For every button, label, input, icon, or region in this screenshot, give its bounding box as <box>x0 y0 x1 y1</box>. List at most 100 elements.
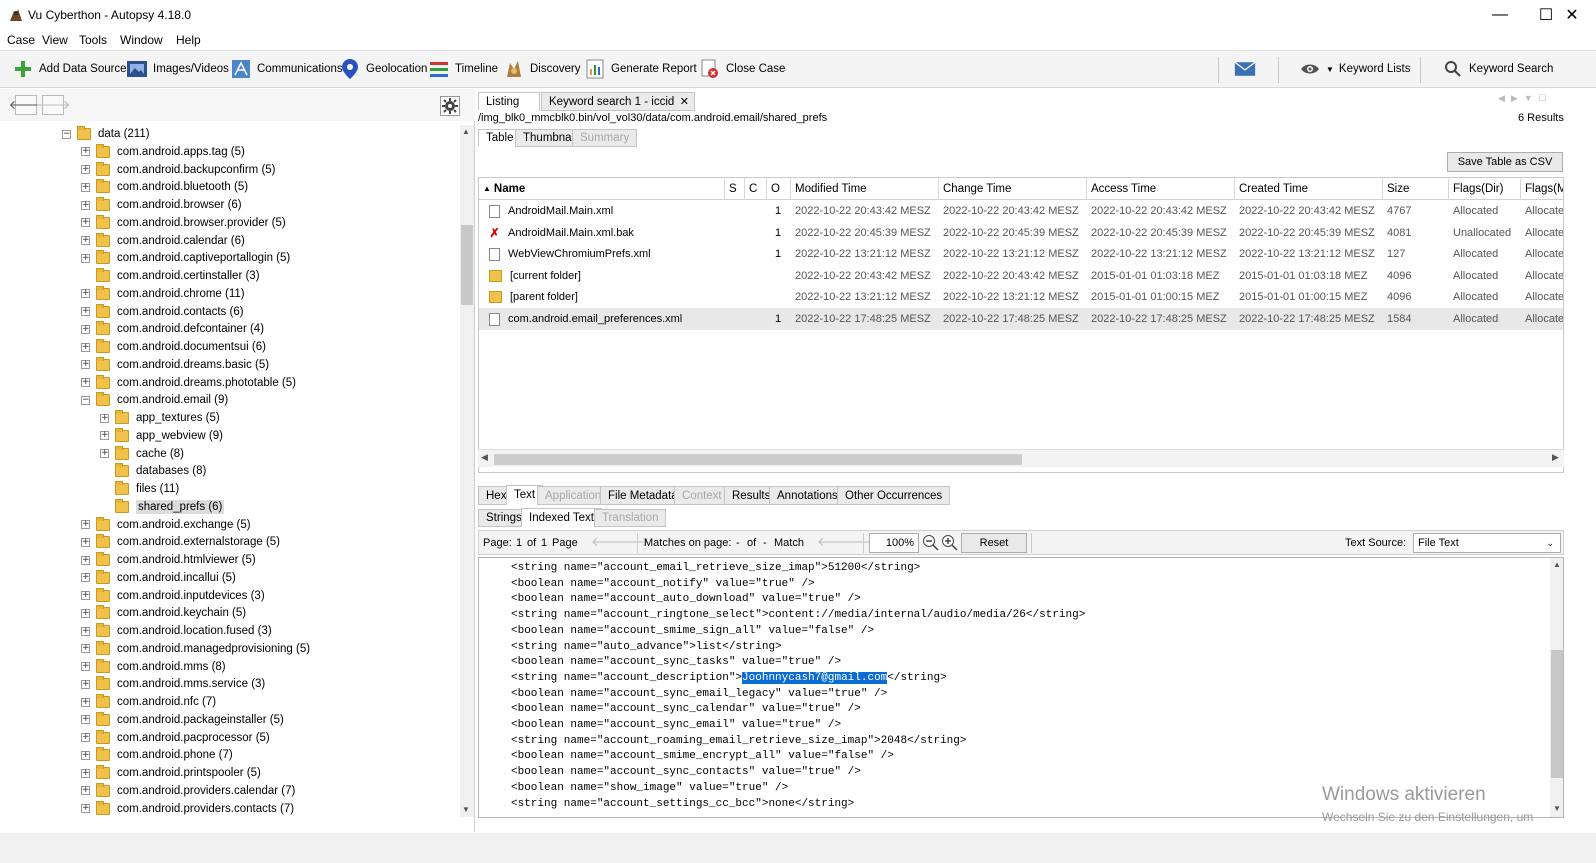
expand-icon[interactable]: + <box>81 662 90 671</box>
reset-zoom-button[interactable]: Reset <box>961 533 1027 553</box>
gear-icon[interactable] <box>440 96 460 116</box>
scroll-up-arrow-icon[interactable]: ▲ <box>1553 560 1561 569</box>
expand-icon[interactable]: + <box>81 644 90 654</box>
expand-icon[interactable]: + <box>81 200 90 210</box>
tree-node[interactable]: files (11) <box>100 480 179 498</box>
table-row[interactable]: WebViewChromiumPrefs.xml 1 2022-10-22 13:2… <box>479 243 1563 265</box>
expand-icon[interactable]: + <box>81 679 90 689</box>
tab-translation[interactable]: Translation <box>594 509 667 527</box>
column-header-name[interactable]: ▲ Name <box>479 178 725 200</box>
table-row[interactable]: ✗ AndroidMail.Main.xml.bak 1 2022-10-22 20:… <box>479 222 1563 244</box>
tree-node[interactable]: + com.android.chrome (11) <box>81 285 245 303</box>
tab-listing[interactable]: Listing <box>478 92 540 111</box>
tree-node[interactable]: + cache (8) <box>100 445 184 463</box>
expand-icon[interactable]: + <box>81 236 90 245</box>
back-arrow-icon[interactable]: 🡐 <box>9 95 43 115</box>
add-data-source-button[interactable]: Add Data Source <box>12 54 127 84</box>
tree-node[interactable]: + com.android.browser.provider (5) <box>81 214 286 232</box>
tree-node[interactable]: + com.android.contacts (6) <box>81 303 244 321</box>
column-header-created-time[interactable]: Created Time <box>1235 178 1383 200</box>
tree-node[interactable]: shared_prefs (6) <box>100 498 225 516</box>
expand-icon[interactable]: + <box>81 804 90 813</box>
tree-node[interactable]: + com.android.location.fused (3) <box>81 622 272 640</box>
tab-application[interactable]: Application <box>537 486 610 505</box>
column-header-c[interactable]: C <box>745 178 767 200</box>
column-header-access-time[interactable]: Access Time <box>1087 178 1235 200</box>
tab-indexed-text[interactable]: Indexed Text <box>521 508 603 527</box>
tree-node[interactable]: + app_textures (5) <box>100 409 220 427</box>
zoom-out-icon[interactable] <box>922 534 939 551</box>
column-header-o[interactable]: O <box>767 178 791 200</box>
expand-icon[interactable]: + <box>81 307 90 316</box>
tree-node[interactable]: + com.android.incallui (5) <box>81 569 236 587</box>
scroll-left-arrow-icon[interactable]: ◀ <box>481 452 488 463</box>
table-row[interactable]: AndroidMail.Main.xml 1 2022-10-22 20:43:42… <box>479 200 1563 222</box>
collapse-icon[interactable]: − <box>81 395 90 405</box>
expand-icon[interactable]: + <box>81 147 90 157</box>
tree-node[interactable]: − com.android.email (9) <box>81 391 228 409</box>
expand-icon[interactable]: + <box>81 768 90 778</box>
expand-icon[interactable]: + <box>81 360 90 370</box>
generate-report-button[interactable]: Generate Report <box>584 54 697 84</box>
text-scrollbar-thumb[interactable] <box>1551 650 1563 778</box>
text-source-select[interactable]: File Text ⌄ <box>1413 533 1561 553</box>
save-table-csv-button[interactable]: Save Table as CSV <box>1447 152 1563 172</box>
table-scrollbar-thumb[interactable] <box>494 454 1022 465</box>
close-window-button[interactable]: ✕ <box>1549 0 1595 30</box>
table-horizontal-scrollbar[interactable]: ◀ ▶ <box>478 449 1564 467</box>
menu-view[interactable]: View <box>42 33 68 47</box>
discovery-button[interactable]: Discovery <box>503 54 580 84</box>
close-tab-icon[interactable]: ✕ <box>680 95 689 108</box>
column-header-size[interactable]: Size <box>1383 178 1449 200</box>
keyword-search-button[interactable]: Keyword Search <box>1442 54 1553 84</box>
keyword-lists-button[interactable]: ▼ Keyword Lists <box>1299 54 1411 84</box>
tree-node[interactable]: + com.android.packageinstaller (5) <box>81 711 284 729</box>
expand-icon[interactable]: + <box>81 289 90 299</box>
expand-icon[interactable]: + <box>81 378 90 387</box>
tree-node[interactable]: + com.android.providers.contacts (7) <box>81 800 294 816</box>
tree-node[interactable]: + app_webview (9) <box>100 427 223 445</box>
tree-node[interactable]: + com.android.captiveportallogin (5) <box>81 249 290 267</box>
tree-node[interactable]: + com.android.providers.calendar (7) <box>81 782 295 800</box>
expand-icon[interactable]: + <box>81 697 90 707</box>
expand-icon[interactable]: + <box>81 591 90 600</box>
expand-icon[interactable]: + <box>81 165 90 174</box>
expand-icon[interactable]: + <box>100 413 109 423</box>
expand-icon[interactable]: + <box>81 573 90 583</box>
indexed-text-content[interactable]: <string name="account_email_retrieve_siz… <box>478 557 1564 818</box>
column-header-s[interactable]: S <box>725 178 745 200</box>
menu-help[interactable]: Help <box>176 33 201 47</box>
tab-file-metadata[interactable]: File Metadata <box>600 486 686 505</box>
tree-node[interactable]: + com.android.managedprovisioning (5) <box>81 640 310 658</box>
expand-icon[interactable]: + <box>81 324 90 334</box>
tab-navigation-arrows[interactable]: ◀▶▼☐ <box>1498 93 1553 104</box>
tree-node[interactable]: + com.android.printspooler (5) <box>81 764 261 782</box>
expand-icon[interactable]: + <box>81 786 90 796</box>
tree-node[interactable]: + com.android.defcontainer (4) <box>81 320 264 338</box>
tab-annotations[interactable]: Annotations <box>769 486 846 505</box>
forward-arrow-icon[interactable]: 🡒 <box>36 95 70 115</box>
text-scrollbar[interactable]: ▲ ▼ <box>1550 558 1563 817</box>
zoom-in-icon[interactable] <box>941 534 958 551</box>
table-row[interactable]: [current folder] 2022-10-22 20:43:42 MESZ… <box>479 265 1563 287</box>
expand-icon[interactable]: + <box>81 342 90 352</box>
expand-icon[interactable]: + <box>81 555 90 565</box>
tree-node[interactable]: + com.android.htmlviewer (5) <box>81 551 256 569</box>
tree-node[interactable]: + com.android.browser (6) <box>81 196 242 214</box>
column-header-change-time[interactable]: Change Time <box>939 178 1087 200</box>
close-case-button[interactable]: Close Case <box>699 54 785 84</box>
scroll-down-arrow-icon[interactable]: ▼ <box>462 805 470 814</box>
tree-node[interactable]: + com.android.externalstorage (5) <box>81 533 280 551</box>
tab-keyword-search[interactable]: Keyword search 1 - iccid ✕ <box>541 92 695 111</box>
collapse-icon[interactable]: − <box>62 129 71 139</box>
expand-icon[interactable]: + <box>81 537 90 547</box>
tree-node[interactable]: + com.android.documentsui (6) <box>81 338 266 356</box>
table-row[interactable]: [parent folder] 2022-10-22 13:21:12 MESZ 2… <box>479 286 1563 308</box>
tab-summary[interactable]: Summary <box>572 129 638 147</box>
tree-scrollbar[interactable]: ▲ ▼ <box>460 125 474 817</box>
tree-node[interactable]: + com.android.dreams.basic (5) <box>81 356 269 374</box>
tree-node[interactable]: + com.android.mms (8) <box>81 658 226 676</box>
tree-node[interactable]: + com.android.exchange (5) <box>81 516 251 534</box>
expand-icon[interactable]: + <box>81 608 90 618</box>
tree-node[interactable]: databases (8) <box>100 462 206 480</box>
